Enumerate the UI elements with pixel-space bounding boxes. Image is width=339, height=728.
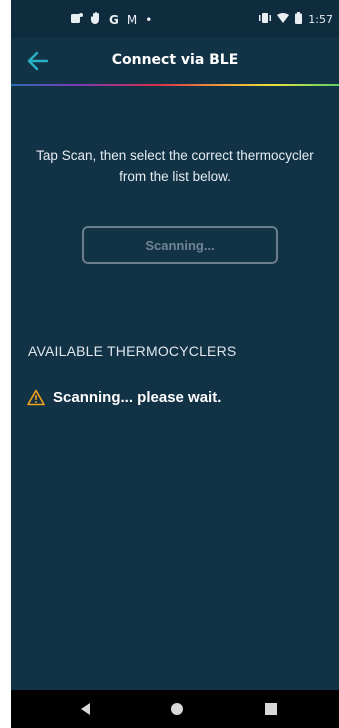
scan-button[interactable]: Scanning... (82, 226, 278, 264)
status-bar: G M • 1:57 (11, 0, 339, 38)
status-bar-left: G M • (71, 12, 152, 27)
status-clock: 1:57 (308, 13, 333, 26)
app-screen: G M • 1:57 Connect via BLE Tap Scan, the… (11, 0, 339, 728)
nav-recents-button[interactable] (263, 701, 279, 717)
dot-icon: • (145, 12, 153, 27)
system-nav-bar (11, 690, 339, 728)
nav-back-button[interactable] (78, 701, 94, 717)
gmail-icon: M (126, 12, 138, 27)
nav-home-button[interactable] (169, 701, 185, 717)
scanning-status: Scanning... please wait. (27, 389, 221, 406)
page-title: Connect via BLE (111, 52, 239, 68)
wifi-icon (277, 13, 290, 26)
warning-icon (27, 389, 45, 406)
triangle-back-icon (81, 703, 90, 715)
app-bar: Connect via BLE (11, 38, 339, 84)
battery-icon (295, 12, 303, 27)
header-gradient-divider (11, 84, 339, 86)
status-bar-right: 1:57 (259, 12, 333, 27)
hand-icon (90, 12, 101, 27)
available-thermocyclers-header: AVAILABLE THERMOCYCLERS (28, 343, 237, 359)
square-recents-icon (265, 703, 277, 715)
scanning-status-text: Scanning... please wait. (53, 389, 222, 406)
notification-icon (71, 12, 83, 27)
circle-home-icon (171, 703, 183, 715)
google-icon: G (109, 12, 119, 27)
instruction-text: Tap Scan, then select the correct thermo… (36, 148, 314, 184)
vibrate-icon (259, 13, 272, 26)
